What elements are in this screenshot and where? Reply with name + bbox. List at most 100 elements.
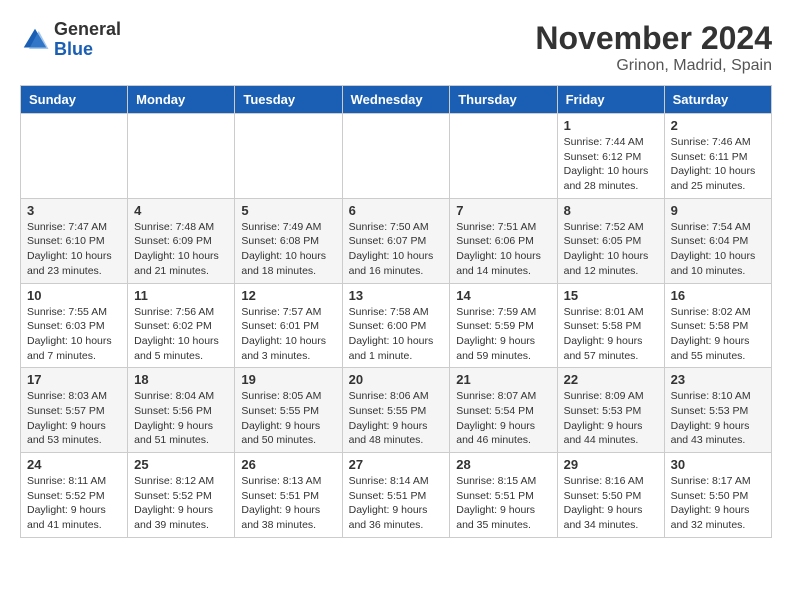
day-info: Sunrise: 7:52 AM Sunset: 6:05 PM Dayligh… [564, 220, 658, 279]
calendar-header-saturday: Saturday [664, 86, 771, 114]
logo-general: General [54, 19, 121, 39]
day-info: Sunrise: 8:01 AM Sunset: 5:58 PM Dayligh… [564, 305, 658, 364]
calendar-day-cell: 3Sunrise: 7:47 AM Sunset: 6:10 PM Daylig… [21, 198, 128, 283]
day-number: 24 [27, 457, 121, 472]
calendar-day-cell: 26Sunrise: 8:13 AM Sunset: 5:51 PM Dayli… [235, 453, 342, 538]
calendar-day-cell: 20 Sunrise: 8:06 AM Sunset: 5:55 PM Dayli… [342, 368, 450, 453]
day-number: 19 [241, 372, 335, 387]
calendar-day-cell: 9 Sunrise: 7:54 AM Sunset: 6:04 PM Daylig… [664, 198, 771, 283]
logo-blue: Blue [54, 39, 93, 59]
day-info: Sunrise: 7:44 AM Sunset: 6:12 PM Dayligh… [564, 135, 658, 194]
calendar-day-cell: 24 Sunrise: 8:11 AM Sunset: 5:52 PM Dayli… [21, 453, 128, 538]
day-info: Sunrise: 8:02 AM Sunset: 5:58 PM Dayligh… [671, 305, 765, 364]
month-title: November 2024 [535, 20, 772, 57]
calendar-header-row: SundayMondayTuesdayWednesdayThursdayFrid… [21, 86, 772, 114]
day-info: Sunrise: 8:15 AM Sunset: 5:51 PM Dayligh… [456, 474, 550, 533]
calendar-day-cell: 15 Sunrise: 8:01 AM Sunset: 5:58 PM Dayli… [557, 283, 664, 368]
day-info: Sunrise: 8:04 AM Sunset: 5:56 PM Dayligh… [134, 389, 228, 448]
calendar-header-wednesday: Wednesday [342, 86, 450, 114]
calendar-week-row: 17Sunrise: 8:03 AM Sunset: 5:57 PM Dayli… [21, 368, 772, 453]
calendar-day-cell: 21 Sunrise: 8:07 AM Sunset: 5:54 PM Dayli… [450, 368, 557, 453]
calendar-day-cell: 10 Sunrise: 7:55 AM Sunset: 6:03 PM Dayli… [21, 283, 128, 368]
day-number: 21 [456, 372, 550, 387]
location: Grinon, Madrid, Spain [535, 57, 772, 75]
day-info: Sunrise: 7:55 AM Sunset: 6:03 PM Dayligh… [27, 305, 121, 364]
day-number: 12 [241, 288, 335, 303]
calendar-day-cell: 23 Sunrise: 8:10 AM Sunset: 5:53 PM Dayli… [664, 368, 771, 453]
day-info: Sunrise: 8:11 AM Sunset: 5:52 PM Dayligh… [27, 474, 121, 533]
day-info: Sunrise: 8:06 AM Sunset: 5:55 PM Dayligh… [349, 389, 444, 448]
day-number: 29 [564, 457, 658, 472]
calendar-day-cell: 17Sunrise: 8:03 AM Sunset: 5:57 PM Dayli… [21, 368, 128, 453]
title-block: November 2024 Grinon, Madrid, Spain [535, 20, 772, 75]
day-number: 7 [456, 203, 550, 218]
day-info: Sunrise: 7:49 AM Sunset: 6:08 PM Dayligh… [241, 220, 335, 279]
calendar-day-cell [450, 114, 557, 199]
day-info: Sunrise: 8:03 AM Sunset: 5:57 PM Dayligh… [27, 389, 121, 448]
day-info: Sunrise: 8:12 AM Sunset: 5:52 PM Dayligh… [134, 474, 228, 533]
calendar-day-cell: 27 Sunrise: 8:14 AM Sunset: 5:51 PM Dayli… [342, 453, 450, 538]
calendar-header-friday: Friday [557, 86, 664, 114]
calendar-day-cell: 7 Sunrise: 7:51 AM Sunset: 6:06 PM Daylig… [450, 198, 557, 283]
day-info: Sunrise: 8:09 AM Sunset: 5:53 PM Dayligh… [564, 389, 658, 448]
calendar-day-cell: 5 Sunrise: 7:49 AM Sunset: 6:08 PM Daylig… [235, 198, 342, 283]
calendar-day-cell: 18 Sunrise: 8:04 AM Sunset: 5:56 PM Dayli… [128, 368, 235, 453]
day-number: 23 [671, 372, 765, 387]
calendar-day-cell: 11 Sunrise: 7:56 AM Sunset: 6:02 PM Dayli… [128, 283, 235, 368]
day-number: 4 [134, 203, 228, 218]
calendar-day-cell: 19 Sunrise: 8:05 AM Sunset: 5:55 PM Dayli… [235, 368, 342, 453]
day-number: 2 [671, 118, 765, 133]
day-number: 18 [134, 372, 228, 387]
logo-text: General Blue [54, 20, 121, 60]
day-info: Sunrise: 7:54 AM Sunset: 6:04 PM Dayligh… [671, 220, 765, 279]
day-number: 1 [564, 118, 658, 133]
page-header: General Blue November 2024 Grinon, Madri… [20, 20, 772, 75]
day-info: Sunrise: 7:51 AM Sunset: 6:06 PM Dayligh… [456, 220, 550, 279]
calendar-day-cell: 8Sunrise: 7:52 AM Sunset: 6:05 PM Daylig… [557, 198, 664, 283]
calendar-day-cell: 13Sunrise: 7:58 AM Sunset: 6:00 PM Dayli… [342, 283, 450, 368]
day-info: Sunrise: 7:58 AM Sunset: 6:00 PM Dayligh… [349, 305, 444, 364]
calendar-day-cell: 1 Sunrise: 7:44 AM Sunset: 6:12 PM Daylig… [557, 114, 664, 199]
day-info: Sunrise: 8:16 AM Sunset: 5:50 PM Dayligh… [564, 474, 658, 533]
calendar-header-monday: Monday [128, 86, 235, 114]
calendar-day-cell [128, 114, 235, 199]
day-info: Sunrise: 8:07 AM Sunset: 5:54 PM Dayligh… [456, 389, 550, 448]
day-number: 20 [349, 372, 444, 387]
day-info: Sunrise: 7:59 AM Sunset: 5:59 PM Dayligh… [456, 305, 550, 364]
day-number: 3 [27, 203, 121, 218]
calendar-day-cell [21, 114, 128, 199]
day-info: Sunrise: 7:46 AM Sunset: 6:11 PM Dayligh… [671, 135, 765, 194]
day-info: Sunrise: 8:13 AM Sunset: 5:51 PM Dayligh… [241, 474, 335, 533]
day-number: 10 [27, 288, 121, 303]
calendar-week-row: 10 Sunrise: 7:55 AM Sunset: 6:03 PM Dayli… [21, 283, 772, 368]
calendar-day-cell: 28 Sunrise: 8:15 AM Sunset: 5:51 PM Dayli… [450, 453, 557, 538]
day-number: 11 [134, 288, 228, 303]
day-info: Sunrise: 7:57 AM Sunset: 6:01 PM Dayligh… [241, 305, 335, 364]
day-number: 5 [241, 203, 335, 218]
day-number: 27 [349, 457, 444, 472]
logo-icon [20, 25, 50, 55]
day-info: Sunrise: 8:14 AM Sunset: 5:51 PM Dayligh… [349, 474, 444, 533]
day-number: 6 [349, 203, 444, 218]
day-info: Sunrise: 8:10 AM Sunset: 5:53 PM Dayligh… [671, 389, 765, 448]
calendar-header-tuesday: Tuesday [235, 86, 342, 114]
day-info: Sunrise: 7:56 AM Sunset: 6:02 PM Dayligh… [134, 305, 228, 364]
day-number: 28 [456, 457, 550, 472]
day-number: 25 [134, 457, 228, 472]
calendar-day-cell: 4Sunrise: 7:48 AM Sunset: 6:09 PM Daylig… [128, 198, 235, 283]
calendar-day-cell: 12 Sunrise: 7:57 AM Sunset: 6:01 PM Dayli… [235, 283, 342, 368]
day-number: 22 [564, 372, 658, 387]
calendar-day-cell: 2 Sunrise: 7:46 AM Sunset: 6:11 PM Daylig… [664, 114, 771, 199]
day-number: 16 [671, 288, 765, 303]
day-info: Sunrise: 8:05 AM Sunset: 5:55 PM Dayligh… [241, 389, 335, 448]
calendar-table: SundayMondayTuesdayWednesdayThursdayFrid… [20, 85, 772, 538]
day-number: 9 [671, 203, 765, 218]
day-info: Sunrise: 8:17 AM Sunset: 5:50 PM Dayligh… [671, 474, 765, 533]
calendar-week-row: 24 Sunrise: 8:11 AM Sunset: 5:52 PM Dayli… [21, 453, 772, 538]
day-number: 30 [671, 457, 765, 472]
calendar-day-cell: 22 Sunrise: 8:09 AM Sunset: 5:53 PM Dayli… [557, 368, 664, 453]
calendar-day-cell: 16 Sunrise: 8:02 AM Sunset: 5:58 PM Dayli… [664, 283, 771, 368]
day-number: 14 [456, 288, 550, 303]
day-number: 15 [564, 288, 658, 303]
calendar-day-cell: 6Sunrise: 7:50 AM Sunset: 6:07 PM Daylig… [342, 198, 450, 283]
